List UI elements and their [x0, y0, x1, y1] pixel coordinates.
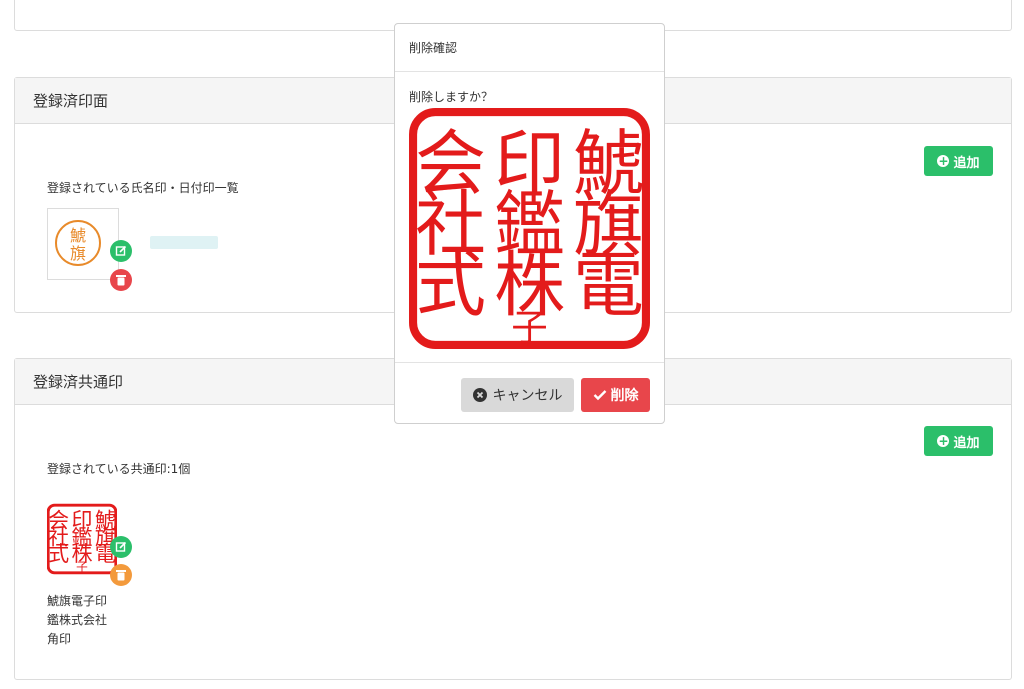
trash-icon[interactable] [110, 564, 132, 586]
trash-icon[interactable] [110, 269, 132, 291]
common-seal-thumbnail[interactable]: 会 印 鯱 社 鑑 旗 式 株 電 子 [47, 503, 117, 575]
dialog-message: 削除しますか？ [409, 90, 494, 104]
add-common-stamp-button[interactable]: + 追加 [924, 426, 993, 456]
edit-icon[interactable] [110, 536, 132, 558]
check-icon [593, 390, 606, 401]
common-stamp-caption: 登録されている共通印:1個 [47, 462, 191, 476]
name-seal-image: 鯱 旗 [55, 220, 101, 266]
name-stamp-thumbnail[interactable]: 鯱 旗 [47, 208, 119, 280]
svg-text:式: 式 [48, 542, 69, 566]
add-stamp-label: 追加 [953, 155, 980, 171]
plus-circle-icon: + [937, 154, 950, 168]
common-stamps-title: 登録済共通印 [33, 373, 124, 391]
svg-text:鯱: 鯱 [70, 226, 86, 245]
cancel-label: キャンセル [492, 388, 563, 404]
delete-label: 削除 [610, 388, 639, 404]
add-stamp-button[interactable]: + 追加 [924, 146, 993, 176]
registered-stamps-title: 登録済印面 [33, 92, 109, 110]
svg-text:旗: 旗 [70, 244, 86, 263]
svg-text:子: 子 [511, 306, 547, 349]
common-stamp-line-1: 鯱旗電子印 [47, 594, 108, 608]
stamp-name-redacted [150, 236, 218, 249]
edit-icon[interactable] [110, 240, 132, 262]
confirm-delete-button[interactable]: 削除 [581, 378, 650, 412]
common-stamp-line-3: 角印 [47, 632, 72, 646]
dialog-footer: キャンセル 削除 [395, 362, 664, 424]
x-circle-icon [472, 388, 487, 402]
svg-text:電: 電 [573, 244, 644, 327]
stamp-list-caption: 登録されている氏名印・日付印一覧 [47, 181, 239, 195]
svg-text:子: 子 [76, 560, 88, 574]
delete-confirm-dialog: 削除確認 削除しますか？ 会 印 鯱 社 鑑 旗 式 株 電 子 キャンセル 削… [394, 23, 665, 424]
plus-circle-icon: + [937, 434, 950, 448]
cancel-button[interactable]: キャンセル [461, 378, 574, 412]
dialog-title: 削除確認 [395, 24, 664, 72]
svg-text:式: 式 [415, 244, 486, 327]
add-common-stamp-label: 追加 [953, 435, 980, 451]
common-stamp-line-2: 鑑株式会社 [47, 613, 108, 627]
seal-preview: 会 印 鯱 社 鑑 旗 式 株 電 子 [409, 108, 650, 349]
